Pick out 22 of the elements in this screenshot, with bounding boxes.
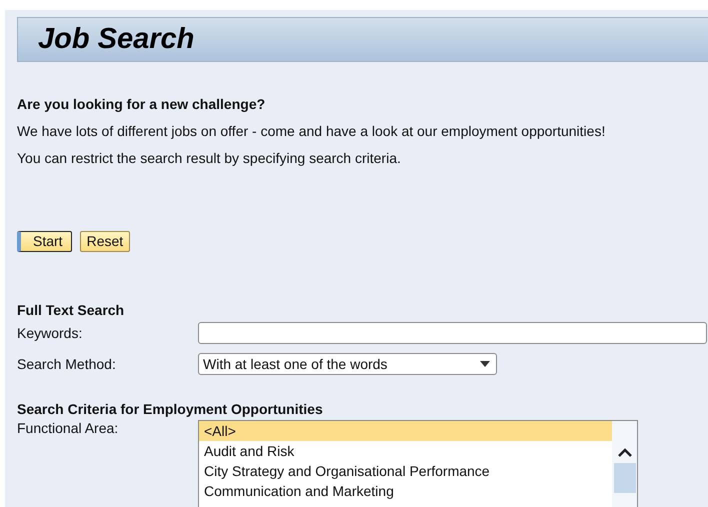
caret-icon — [480, 361, 490, 367]
intro-text: You can restrict the search result by specifying search criteria. — [17, 150, 402, 168]
search-method-dropdown[interactable]: With at least one of the words — [198, 353, 497, 375]
scrollbar-thumb[interactable] — [614, 463, 636, 493]
functional-area-label: Functional Area: — [17, 420, 120, 436]
intro-heading: Are you looking for a new challenge? — [17, 96, 266, 114]
search-method-label: Search Method: — [17, 356, 117, 372]
start-button[interactable]: Start — [17, 231, 72, 252]
page-title: Job Search — [38, 23, 194, 56]
functional-area-listbox[interactable]: <All> Audit and Risk City Strategy and Organisational Performance Communication and Marketing — [198, 420, 638, 507]
list-option[interactable]: Communication and Marketing — [199, 481, 612, 501]
list-option[interactable]: City Strategy and Organisational Performance — [199, 461, 612, 481]
keywords-label: Keywords: — [17, 325, 84, 341]
list-option[interactable]: Audit and Risk — [199, 441, 612, 461]
keywords-field[interactable] — [198, 322, 707, 344]
section-heading: Search Criteria for Employment Opportunities — [17, 401, 324, 419]
scroll-up-icon[interactable] — [616, 447, 632, 457]
reset-button[interactable]: Reset — [80, 231, 130, 252]
list-option[interactable]: <All> — [199, 421, 612, 441]
intro-text: We have lots of different jobs on offer - come and have a look at our employment opportunities! — [17, 123, 606, 141]
section-heading: Full Text Search — [17, 302, 126, 320]
scrollbar[interactable] — [612, 421, 637, 507]
